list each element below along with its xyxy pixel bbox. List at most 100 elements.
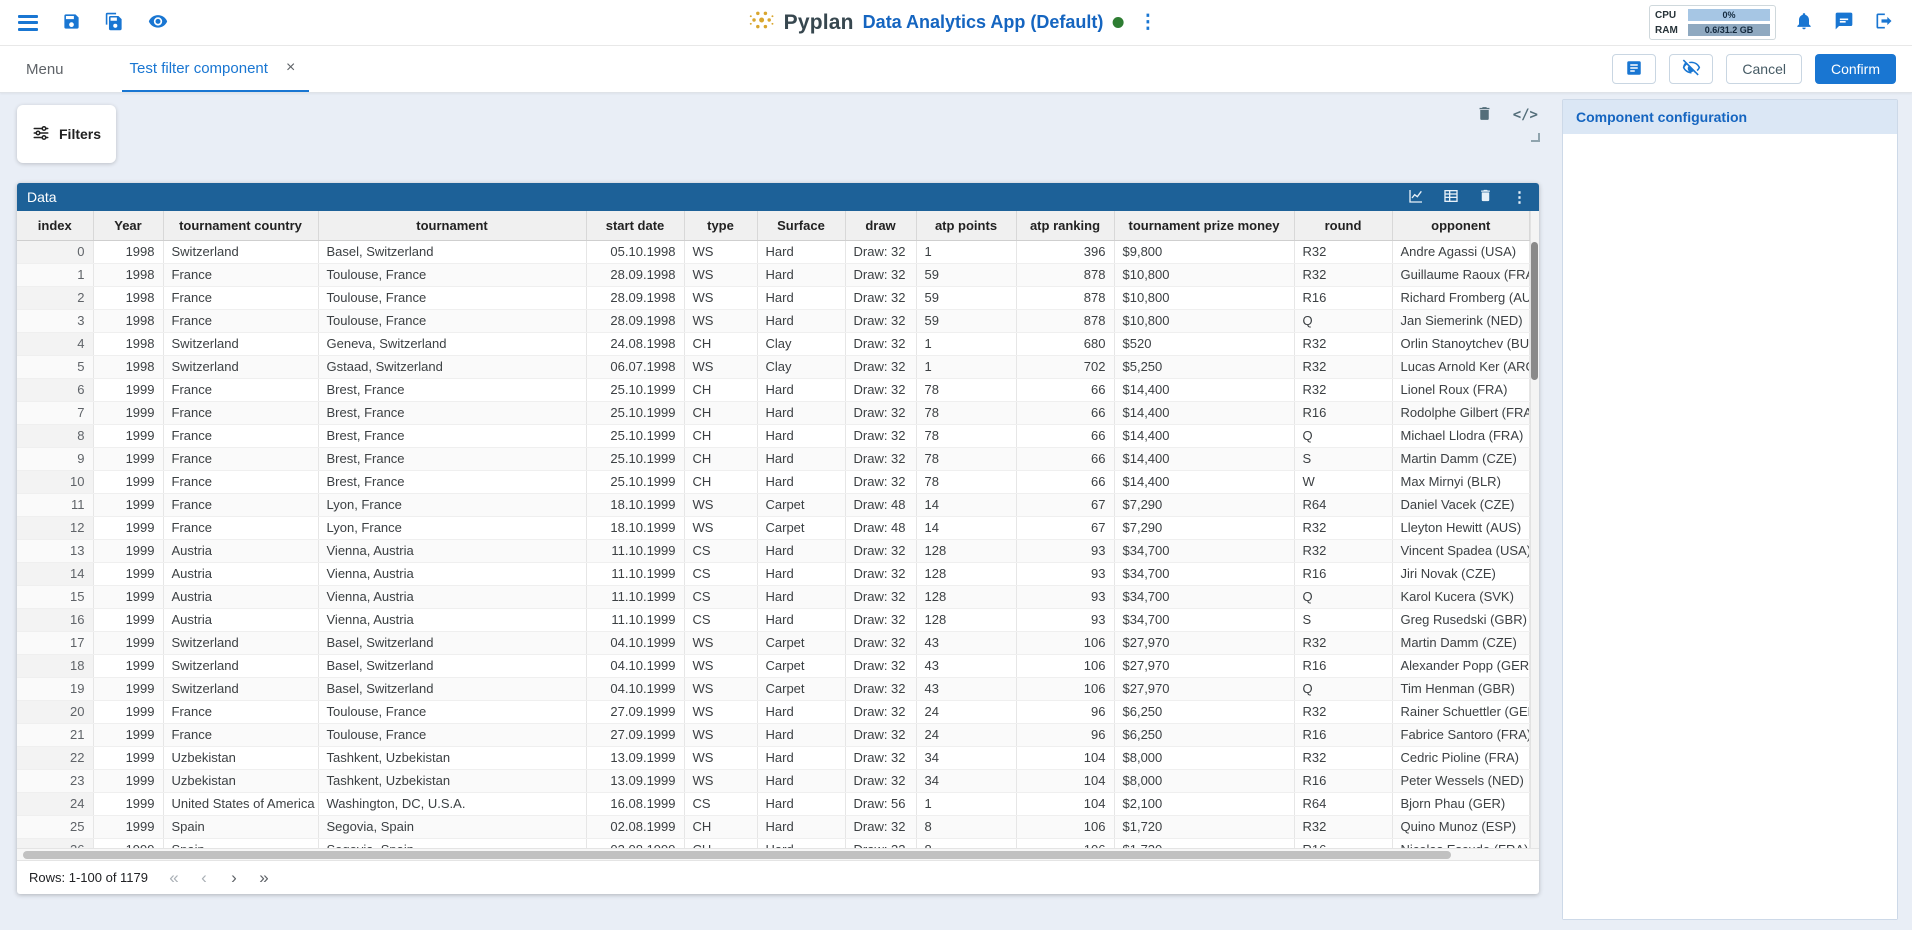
save-icon <box>62 12 81 34</box>
table-row: 11998FranceToulouse, France28.09.1998WSH… <box>17 263 1530 286</box>
column-header[interactable]: start date <box>586 211 684 240</box>
table-cell: 5 <box>17 355 93 378</box>
tab-close-button[interactable]: × <box>280 59 301 77</box>
table-cell: 25.10.1999 <box>586 401 684 424</box>
column-header[interactable]: Surface <box>757 211 845 240</box>
delete-component-button[interactable] <box>1474 103 1495 127</box>
filters-component[interactable]: Filters <box>17 105 116 163</box>
vertical-scrollbar-thumb[interactable] <box>1531 242 1538 380</box>
column-header[interactable]: atp ranking <box>1016 211 1114 240</box>
column-header[interactable]: index <box>17 211 93 240</box>
table-cell: Draw: 48 <box>845 516 916 539</box>
table-cell: Orlin Stanoytchev (BUL) <box>1392 332 1530 355</box>
brand-name: Pyplan <box>784 11 854 35</box>
table-cell: 396 <box>1016 240 1114 263</box>
logout-button[interactable] <box>1872 9 1896 36</box>
table-cell: 1999 <box>93 769 163 792</box>
confirm-button[interactable]: Confirm <box>1815 54 1896 84</box>
data-panel-title: Data <box>27 189 57 205</box>
table-cell: CS <box>684 608 757 631</box>
table-row: 251999SpainSegovia, Spain02.08.1999CHHar… <box>17 815 1530 838</box>
table-cell: Tashkent, Uzbekistan <box>318 746 586 769</box>
hide-preview-button[interactable] <box>1669 54 1713 84</box>
table-cell: Austria <box>163 585 318 608</box>
show-table-button[interactable] <box>1441 186 1461 209</box>
logout-icon <box>1874 11 1894 34</box>
ram-label: RAM <box>1655 25 1683 36</box>
table-cell: 34 <box>916 769 1016 792</box>
chat-button[interactable] <box>1832 9 1856 36</box>
table-cell: 04.10.1999 <box>586 677 684 700</box>
table-cell: Jiri Novak (CZE) <box>1392 562 1530 585</box>
column-header[interactable]: Year <box>93 211 163 240</box>
show-chart-button[interactable] <box>1406 186 1426 209</box>
table-cell: $27,970 <box>1114 631 1294 654</box>
tab-test-filter-component[interactable]: Test filter component × <box>122 46 310 92</box>
content-area: </> Filters Data <box>0 93 1912 930</box>
table-cell: Segovia, Spain <box>318 838 586 848</box>
table-cell: Draw: 32 <box>845 677 916 700</box>
tune-icon <box>32 124 50 145</box>
horizontal-scrollbar[interactable] <box>17 848 1539 860</box>
table-cell: 93 <box>1016 608 1114 631</box>
horizontal-scrollbar-thumb[interactable] <box>23 851 1451 859</box>
column-header[interactable]: tournament prize money <box>1114 211 1294 240</box>
next-page-button[interactable]: › <box>222 868 246 887</box>
table-row: 241999United States of AmericaWashington… <box>17 792 1530 815</box>
tab-menu[interactable]: Menu <box>26 46 64 92</box>
column-header[interactable]: type <box>684 211 757 240</box>
panel-more-button[interactable]: ⋮ <box>1510 186 1529 208</box>
column-header[interactable]: tournament <box>318 211 586 240</box>
table-cell: WS <box>684 309 757 332</box>
bell-icon <box>1794 11 1814 34</box>
table-cell: 12 <box>17 516 93 539</box>
app-title: Data Analytics App (Default) <box>863 12 1104 33</box>
column-header[interactable]: draw <box>845 211 916 240</box>
save-all-button[interactable] <box>103 10 126 36</box>
notes-tool-button[interactable] <box>1612 54 1656 84</box>
table-cell: WS <box>684 769 757 792</box>
table-cell: WS <box>684 677 757 700</box>
table-cell: $27,970 <box>1114 677 1294 700</box>
table-cell: Alexander Popp (GER) <box>1392 654 1530 677</box>
cancel-button[interactable]: Cancel <box>1726 54 1802 84</box>
table-cell: $34,700 <box>1114 608 1294 631</box>
table-cell: $1,720 <box>1114 838 1294 848</box>
table-cell: Vincent Spadea (USA) <box>1392 539 1530 562</box>
table-cell: Basel, Switzerland <box>318 240 586 263</box>
app-more-button[interactable]: ⋮ <box>1132 12 1163 33</box>
notifications-button[interactable] <box>1792 9 1816 36</box>
menu-hamburger-button[interactable] <box>16 9 40 36</box>
previous-page-button[interactable]: ‹ <box>192 868 216 887</box>
table-cell: 4 <box>17 332 93 355</box>
table-cell: Lleyton Hewitt (AUS) <box>1392 516 1530 539</box>
table-cell: Hard <box>757 309 845 332</box>
pagination: « ‹ › » <box>162 868 276 887</box>
data-panel-header[interactable]: Data <box>17 183 1539 211</box>
column-header[interactable]: atp points <box>916 211 1016 240</box>
save-button[interactable] <box>60 10 83 36</box>
last-page-button[interactable]: » <box>252 868 276 887</box>
table-cell: 93 <box>1016 562 1114 585</box>
table-cell: R16 <box>1294 562 1392 585</box>
table-cell: Hard <box>757 723 845 746</box>
table-cell: France <box>163 493 318 516</box>
table-cell: 11.10.1999 <box>586 562 684 585</box>
table-cell: 05.10.1998 <box>586 240 684 263</box>
table-cell: 18.10.1999 <box>586 516 684 539</box>
column-header[interactable]: opponent <box>1392 211 1530 240</box>
column-header[interactable]: round <box>1294 211 1392 240</box>
table-cell: 10 <box>17 470 93 493</box>
table-cell: $14,400 <box>1114 424 1294 447</box>
delete-node-button[interactable] <box>1476 186 1495 208</box>
first-page-button[interactable]: « <box>162 868 186 887</box>
table-cell: 14 <box>916 516 1016 539</box>
column-header[interactable]: tournament country <box>163 211 318 240</box>
view-code-button[interactable]: </> <box>1511 105 1540 125</box>
resize-handle[interactable] <box>1531 133 1540 142</box>
table-cell: 1999 <box>93 447 163 470</box>
vertical-scrollbar[interactable] <box>1530 211 1539 848</box>
table-cell: 106 <box>1016 677 1114 700</box>
table-cell: Basel, Switzerland <box>318 677 586 700</box>
preview-button[interactable] <box>146 9 170 36</box>
